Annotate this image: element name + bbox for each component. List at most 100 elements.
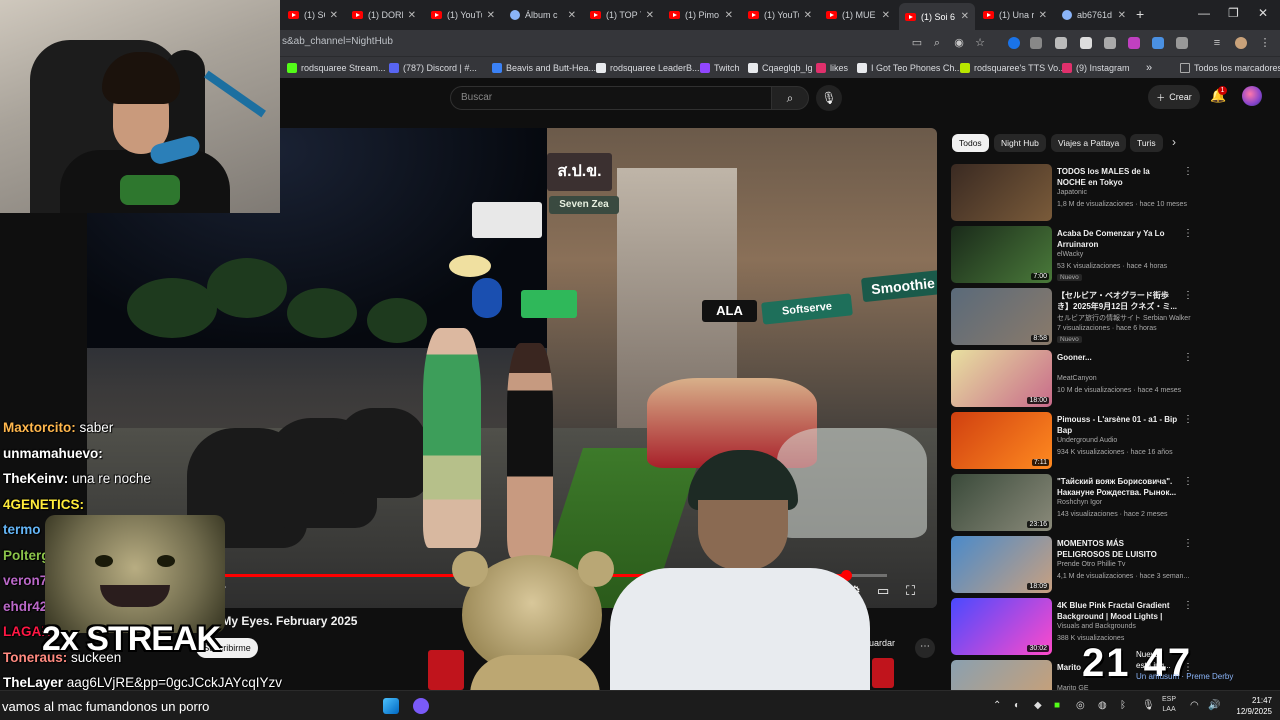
volume-icon[interactable]: 🔊	[1208, 700, 1220, 711]
browser-tab[interactable]: (1) YouTu ✕	[742, 4, 818, 26]
search-button[interactable]: ⌕	[771, 86, 809, 110]
bookmark-item[interactable]: rodsquaree's TTS Vo...	[960, 61, 1066, 75]
close-tab-icon[interactable]: ✕	[487, 10, 495, 21]
profile-avatar[interactable]	[1235, 37, 1247, 49]
voice-search-button[interactable]: 🎙	[816, 85, 842, 111]
browser-tab[interactable]: (1) DORN ✕	[346, 4, 422, 26]
video-thumbnail[interactable]: 18:09	[951, 536, 1052, 593]
bookmark-item[interactable]: rodsquaree LeaderB...	[596, 61, 700, 75]
recommended-video-title[interactable]: Acaba De Comenzar y Ya Lo Arruinaron	[1057, 228, 1179, 250]
all-bookmarks-folder[interactable]: Todos los marcadores	[1180, 61, 1280, 75]
bookmarks-overflow-icon[interactable]: »	[1146, 61, 1152, 75]
account-avatar[interactable]	[1242, 86, 1262, 106]
browser-tab[interactable]: ab6761d ✕	[1056, 4, 1132, 26]
close-tab-icon[interactable]: ✕	[568, 10, 576, 21]
extension-icon[interactable]	[1008, 37, 1020, 49]
more-actions-icon[interactable]: ⋯	[915, 638, 935, 658]
bluetooth-icon[interactable]: ᛒ	[1120, 700, 1126, 711]
video-thumbnail[interactable]: 18:00	[951, 350, 1052, 407]
recommended-video[interactable]: 18:09 MOMENTOS MÁS PELIGROSOS DE LUISITO …	[951, 536, 1196, 594]
fullscreen-icon[interactable]: ⛶	[906, 583, 915, 599]
recommended-video-title[interactable]: 【セルビア・ベオグラード街歩き】2025年9月12日 クネズ・ミ...	[1057, 290, 1179, 312]
camera-extension-icon[interactable]	[1055, 37, 1067, 49]
more-options-icon[interactable]: ⋮	[1183, 352, 1193, 363]
browser-tab[interactable]: (1) Pimo ✕	[663, 4, 739, 26]
extension-icon[interactable]	[1128, 37, 1140, 49]
recommended-video-title[interactable]: Gooner...	[1057, 352, 1179, 363]
video-thumbnail[interactable]: 23:16	[951, 474, 1052, 531]
close-tab-icon[interactable]: ✕	[646, 10, 654, 21]
channel-name[interactable]: MeatCanyon	[1057, 375, 1097, 382]
bookmark-item[interactable]: rodsquaree Stream...	[287, 61, 386, 75]
steam-tray-icon[interactable]: ◎	[1076, 700, 1085, 711]
close-tab-icon[interactable]: ✕	[1118, 10, 1126, 21]
browser-tab[interactable]: (1) SOBR ✕	[282, 4, 344, 26]
more-options-icon[interactable]: ⋮	[1183, 600, 1193, 611]
tray-app-icon[interactable]: ◍	[1098, 700, 1107, 711]
channel-name[interactable]: Prende Otro Phillie Tv	[1057, 561, 1125, 568]
browser-tab[interactable]: (1) Una r ✕	[977, 4, 1053, 26]
recommended-video[interactable]: 7:11 Pimouss - L'arsène 01 - a1 - Bip Bap…	[951, 412, 1196, 470]
wifi-icon[interactable]: ◠	[1190, 700, 1199, 711]
filter-chip[interactable]: Night Hub	[994, 134, 1046, 152]
channel-name[interactable]: Visuals and Backgrounds	[1057, 623, 1136, 630]
recommended-video[interactable]: 7:00 Acaba De Comenzar y Ya Lo Arruinaron…	[951, 226, 1196, 284]
bookmark-star-icon[interactable]: ☆	[973, 36, 987, 50]
browser-tab[interactable]: Álbum c ✕	[504, 4, 582, 26]
recommended-video[interactable]: 8:58 【セルビア・ベオグラード街歩き】2025年9月12日 クネズ・ミ... セ…	[951, 288, 1196, 346]
bookmark-item[interactable]: I Got Teo Phones Ch...	[857, 61, 962, 75]
search-input[interactable]: Buscar	[450, 86, 772, 110]
filter-chip[interactable]: Viajes a Pattaya	[1051, 134, 1127, 152]
bookmark-item[interactable]: Twitch	[700, 61, 740, 75]
more-options-icon[interactable]: ⋮	[1183, 166, 1193, 177]
tray-app-icon[interactable]: ◐	[1014, 700, 1020, 711]
app-icon[interactable]	[413, 698, 429, 714]
close-tab-icon[interactable]: ✕	[408, 10, 416, 21]
channel-name[interactable]: Japatonic	[1057, 189, 1087, 196]
filter-chip[interactable]: Turis	[1130, 134, 1163, 152]
close-tab-icon[interactable]: ✕	[330, 10, 338, 21]
language-indicator[interactable]: ESP LAA	[1162, 695, 1176, 715]
more-options-icon[interactable]: ⋮	[1183, 228, 1193, 239]
recommended-video[interactable]: 18:00 Gooner... MeatCanyon 10 M de visualiz…	[951, 350, 1196, 408]
video-thumbnail[interactable]	[951, 164, 1052, 221]
more-options-icon[interactable]: ⋮	[1183, 476, 1193, 487]
menu-kebab-icon[interactable]: ⋮	[1258, 36, 1272, 50]
address-bar[interactable]: s&ab_channel=NightHub	[282, 36, 393, 47]
close-tab-icon[interactable]: ✕	[961, 11, 969, 22]
extension-icon[interactable]	[1104, 37, 1116, 49]
channel-name[interactable]: Roshchyn Igor	[1057, 499, 1102, 506]
video-thumbnail[interactable]: 30:02	[951, 598, 1052, 655]
video-thumbnail[interactable]: 7:11	[951, 412, 1052, 469]
extension-icon[interactable]	[1030, 37, 1042, 49]
puzzle-extensions-icon[interactable]	[1176, 37, 1188, 49]
hide-icon[interactable]: ◉	[952, 36, 966, 50]
recommended-video-title[interactable]: MOMENTOS MÁS PELIGROSOS DE LUISITO COMUN…	[1057, 538, 1179, 560]
extension-icon[interactable]	[1080, 37, 1092, 49]
bookmark-item[interactable]: likes	[816, 61, 848, 75]
channel-name[interactable]: Underground Audio	[1057, 437, 1117, 444]
new-tab-icon[interactable]: +	[1136, 6, 1144, 22]
restore-icon[interactable]: ❐	[1228, 6, 1239, 20]
channel-name[interactable]: セルビア旅行の情報サイト Serbian Walker	[1057, 313, 1191, 323]
windows-start-icon[interactable]	[383, 698, 399, 714]
create-button[interactable]: ＋ Crear	[1148, 85, 1200, 109]
system-clock[interactable]: 21:47 12/9/2025	[1226, 695, 1272, 717]
close-window-icon[interactable]: ✕	[1258, 6, 1268, 20]
recommended-video[interactable]: 23:16 "Тайский вояж Борисовича". Накануне…	[951, 474, 1196, 532]
browser-tab[interactable]: (1) Soi 6 ✕	[899, 3, 975, 30]
channel-name[interactable]: elWacky	[1057, 251, 1083, 258]
filter-chip[interactable]: Todos	[952, 134, 989, 152]
recommended-video-title[interactable]: TODOS los MALES de la NOCHE en Tokyo	[1057, 166, 1179, 188]
minimize-icon[interactable]: —	[1198, 6, 1210, 20]
close-tab-icon[interactable]: ✕	[804, 10, 812, 21]
bookmark-item[interactable]: Beavis and Butt-Hea...	[492, 61, 596, 75]
discord-tray-icon[interactable]: ◆	[1034, 700, 1042, 711]
extension-icon[interactable]	[1152, 37, 1164, 49]
close-tab-icon[interactable]: ✕	[1039, 10, 1047, 21]
more-options-icon[interactable]: ⋮	[1183, 290, 1193, 301]
browser-tab[interactable]: (1) TOP T ✕	[584, 4, 660, 26]
more-options-icon[interactable]: ⋮	[1183, 414, 1193, 425]
recommended-video-title[interactable]: Pimouss - L'arsène 01 - a1 - Bip Bap	[1057, 414, 1179, 436]
close-tab-icon[interactable]: ✕	[725, 10, 733, 21]
